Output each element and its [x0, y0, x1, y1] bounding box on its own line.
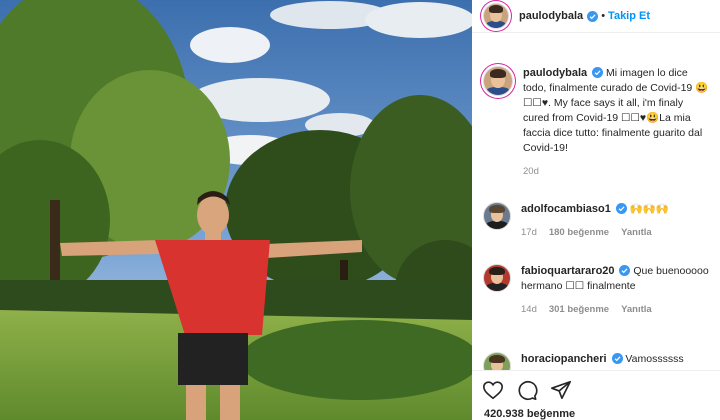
caption-age[interactable]: 20d — [523, 164, 539, 179]
verified-badge-icon — [615, 203, 627, 215]
post-header: paulodybala • Takip Et — [472, 0, 720, 33]
comment-item: fabioquartararo20 Que buenooooo hermano … — [483, 264, 715, 317]
post-actions: 420.938 beğenme — [472, 370, 720, 420]
commenter-avatar[interactable] — [483, 352, 511, 370]
commenter-avatar[interactable] — [483, 264, 511, 292]
author-username[interactable]: paulodybala — [519, 10, 583, 22]
verified-badge-icon — [619, 265, 631, 277]
comment-username[interactable]: fabioquartararo20 — [521, 265, 615, 277]
comment-username[interactable]: horaciopancheri — [521, 353, 607, 365]
caption-avatar[interactable] — [483, 66, 513, 96]
follow-button[interactable]: Takip Et — [608, 10, 650, 22]
author-avatar[interactable] — [483, 3, 509, 29]
comment-text: Vamossssss — [625, 353, 684, 365]
caption: paulodybala Mi imagen lo dice todo, fina… — [483, 66, 715, 179]
comment-age[interactable]: 17d — [521, 225, 537, 240]
heart-icon[interactable] — [482, 379, 504, 401]
caption-text: Mi imagen lo dice todo, finalmente curad… — [523, 67, 709, 154]
comment-likes[interactable]: 301 beğenme — [549, 302, 609, 317]
reply-button[interactable]: Yanıtla — [621, 225, 652, 240]
comment-icon[interactable] — [516, 379, 538, 401]
header-separator: • — [601, 10, 606, 22]
verified-badge-icon — [592, 67, 604, 79]
comment-age[interactable]: 14d — [521, 302, 537, 317]
comment-item: adolfocambiaso1 🙌🙌🙌 17d 180 beğenme Yanı… — [483, 202, 715, 240]
share-icon[interactable] — [550, 379, 572, 401]
post-sidebar: paulodybala • Takip Et paulodybala Mi im… — [472, 0, 720, 420]
comment-item: horaciopancheri Vamossssss — [483, 352, 715, 370]
post-image — [0, 0, 472, 420]
comment-likes[interactable]: 180 beğenme — [549, 225, 609, 240]
caption-username[interactable]: paulodybala — [523, 67, 587, 79]
like-count[interactable]: 420.938 beğenme — [484, 408, 575, 420]
post-photo[interactable] — [0, 0, 472, 420]
comment-username[interactable]: adolfocambiaso1 — [521, 203, 611, 215]
commenter-avatar[interactable] — [483, 202, 511, 230]
verified-badge-icon — [611, 353, 623, 365]
comment-text: 🙌🙌🙌 — [629, 203, 669, 215]
verified-badge-icon — [587, 7, 599, 25]
comments-list[interactable]: paulodybala Mi imagen lo dice todo, fina… — [472, 34, 720, 370]
reply-button[interactable]: Yanıtla — [621, 302, 652, 317]
